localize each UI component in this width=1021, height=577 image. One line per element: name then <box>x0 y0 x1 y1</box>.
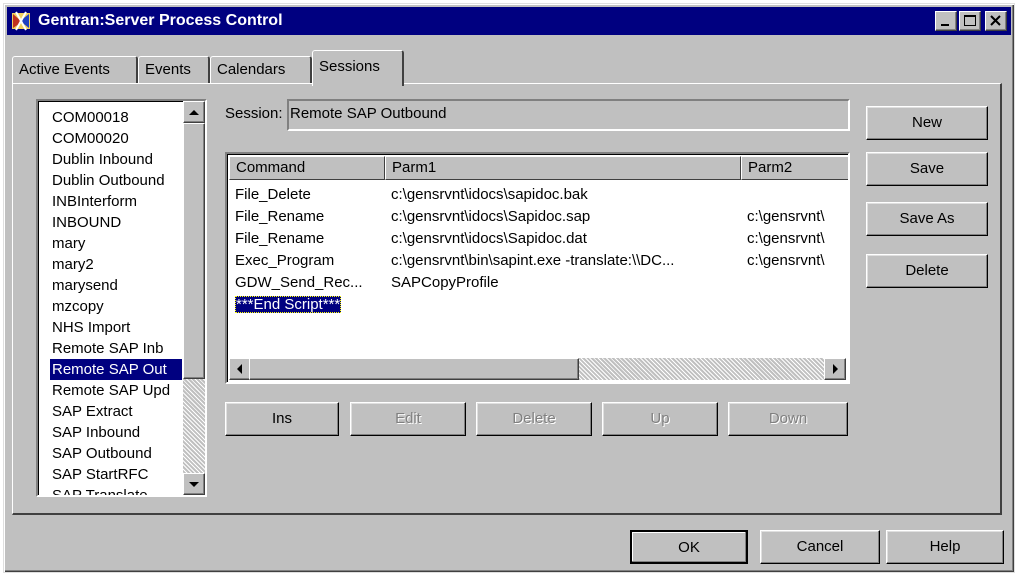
down-button[interactable]: Down <box>728 402 848 436</box>
list-item[interactable]: mzcopy <box>50 296 182 317</box>
list-item[interactable]: Dublin Outbound <box>50 170 182 191</box>
cell-parm2 <box>741 272 848 294</box>
cell-parm2: c:\gensrvnt\ <box>747 230 825 247</box>
cell-parm2 <box>741 294 848 316</box>
maximize-button[interactable] <box>959 11 981 31</box>
close-button[interactable] <box>985 11 1007 31</box>
delete-session-button[interactable]: Delete <box>866 254 988 288</box>
session-label: Session: <box>225 105 283 122</box>
help-button[interactable]: Help <box>886 530 1004 564</box>
list-item[interactable]: mary2 <box>50 254 182 275</box>
list-item[interactable]: COM00018 <box>50 107 182 128</box>
sessions-list-items: COM00018 COM00020 Dublin Inbound Dublin … <box>50 107 182 495</box>
cell-command: ***End Script*** <box>229 294 385 316</box>
up-button[interactable]: Up <box>602 402 718 436</box>
new-button[interactable]: New <box>866 106 988 140</box>
grid-header: Command Parm1 Parm2 <box>229 156 848 180</box>
scroll-thumb[interactable] <box>183 123 205 379</box>
cell-parm2 <box>741 184 848 206</box>
list-item[interactable]: Dublin Inbound <box>50 149 182 170</box>
scroll-down-button[interactable] <box>183 473 205 495</box>
list-item[interactable]: Remote SAP Inb <box>50 338 182 359</box>
list-item[interactable]: SAP Outbound <box>50 443 182 464</box>
cell-parm1: c:\gensrvnt\bin\sapint.exe -translate:\\… <box>391 252 675 269</box>
cell-parm1: SAPCopyProfile <box>391 274 499 291</box>
scroll-right-arrow-icon <box>833 364 838 374</box>
table-row[interactable]: File_Rename c:\gensrvnt\idocs\Sapidoc.da… <box>229 228 848 250</box>
sessions-list[interactable]: COM00018 COM00020 Dublin Inbound Dublin … <box>36 99 207 497</box>
save-button[interactable]: Save <box>866 152 988 186</box>
table-row-selected[interactable]: ***End Script*** <box>229 294 848 316</box>
ins-button[interactable]: Ins <box>225 402 339 436</box>
list-item[interactable]: INBInterform <box>50 191 182 212</box>
sessions-list-scrollbar[interactable] <box>183 101 205 495</box>
scroll-down-arrow-icon <box>189 482 199 487</box>
list-item[interactable]: marysend <box>50 275 182 296</box>
edit-button[interactable]: Edit <box>350 402 466 436</box>
list-item[interactable]: SAP Inbound <box>50 422 182 443</box>
scroll-up-arrow-icon <box>189 110 199 115</box>
list-item[interactable]: NHS Import <box>50 317 182 338</box>
save-as-button[interactable]: Save As <box>866 202 988 236</box>
close-icon <box>990 15 1001 26</box>
grid-body: File_Delete c:\gensrvnt\idocs\sapidoc.ba… <box>229 184 848 316</box>
delete-command-button[interactable]: Delete <box>476 402 592 436</box>
list-item[interactable]: SAP StartRFC <box>50 464 182 485</box>
column-header-parm2[interactable]: Parm2 <box>741 156 848 180</box>
title-bar[interactable]: Gentran:Server Process Control <box>7 7 1011 35</box>
list-item[interactable]: mary <box>50 233 182 254</box>
tab-sessions[interactable]: Sessions <box>312 50 404 86</box>
session-name-field: Remote SAP Outbound <box>287 99 850 131</box>
list-item[interactable]: Remote SAP Upd <box>50 380 182 401</box>
tab-active-events[interactable]: Active Events <box>12 56 138 84</box>
window-controls <box>933 11 1007 31</box>
column-header-parm1[interactable]: Parm1 <box>385 156 741 180</box>
ok-button[interactable]: OK <box>630 530 748 564</box>
cell-command: File_Rename <box>235 230 325 247</box>
list-item[interactable]: COM00020 <box>50 128 182 149</box>
scroll-up-button[interactable] <box>183 101 205 123</box>
window-title: Gentran:Server Process Control <box>38 12 283 29</box>
cell-parm1 <box>385 294 741 316</box>
list-item[interactable]: SAP Extract <box>50 401 182 422</box>
list-item-selected[interactable]: Remote SAP Out <box>50 359 182 380</box>
cell-parm1: c:\gensrvnt\idocs\sapidoc.bak <box>391 186 588 203</box>
cell-command: File_Delete <box>235 186 311 203</box>
scroll-right-button[interactable] <box>824 358 846 380</box>
cell-parm2: c:\gensrvnt\ <box>747 252 825 269</box>
cell-parm1: c:\gensrvnt\idocs\Sapidoc.dat <box>391 230 587 247</box>
cell-parm2: c:\gensrvnt\ <box>747 208 825 225</box>
cancel-button[interactable]: Cancel <box>760 530 880 564</box>
minimize-button[interactable] <box>935 11 957 31</box>
cell-parm1: c:\gensrvnt\idocs\Sapidoc.sap <box>391 208 591 225</box>
column-header-command[interactable]: Command <box>229 156 385 180</box>
list-item[interactable]: SAP Translate <box>50 485 182 495</box>
maximize-icon <box>964 15 976 26</box>
tab-calendars[interactable]: Calendars <box>210 56 312 84</box>
end-script-marker: ***End Script*** <box>235 296 342 313</box>
scroll-left-arrow-icon <box>237 364 242 374</box>
tab-events[interactable]: Events <box>138 56 210 84</box>
grid-horizontal-scrollbar[interactable] <box>229 358 846 380</box>
cell-command: Exec_Program <box>235 252 335 269</box>
list-item[interactable]: INBOUND <box>50 212 182 233</box>
minimize-icon <box>941 24 949 26</box>
gentran-app-icon[interactable] <box>10 10 32 32</box>
cell-command: File_Rename <box>235 208 325 225</box>
horizontal-scroll-thumb[interactable] <box>249 358 579 380</box>
cell-command: GDW_Send_Rec... <box>235 274 363 291</box>
table-row[interactable]: File_Rename c:\gensrvnt\idocs\Sapidoc.sa… <box>229 206 848 228</box>
table-row[interactable]: GDW_Send_Rec... SAPCopyProfile <box>229 272 848 294</box>
scroll-left-button[interactable] <box>229 358 251 380</box>
command-grid[interactable]: Command Parm1 Parm2 File_Delete c:\gensr… <box>225 152 850 384</box>
table-row[interactable]: Exec_Program c:\gensrvnt\bin\sapint.exe … <box>229 250 848 272</box>
table-row[interactable]: File_Delete c:\gensrvnt\idocs\sapidoc.ba… <box>229 184 848 206</box>
